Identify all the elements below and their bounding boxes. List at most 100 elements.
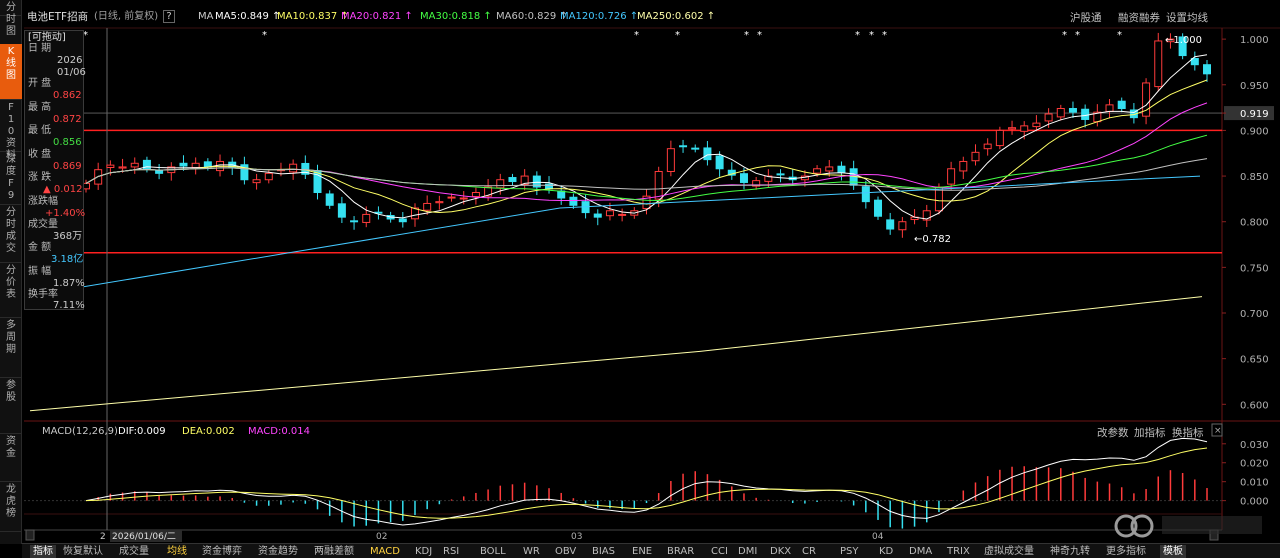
candle-body	[1008, 127, 1017, 130]
indicator-tab-2[interactable]: 成交量	[119, 545, 149, 558]
candle-body	[325, 193, 334, 206]
candle-body	[1032, 122, 1041, 128]
watermark-icon	[1114, 514, 1262, 538]
candle-body	[155, 170, 164, 174]
candle-body	[203, 161, 212, 168]
price-axis-label: 0.950	[1240, 81, 1269, 92]
candle-body	[825, 166, 834, 172]
macd-dif: DIF:0.009	[118, 426, 166, 437]
indicator-tab-9[interactable]: RSI	[443, 545, 459, 558]
event-star-icon: *	[262, 30, 267, 41]
candle-body	[289, 163, 298, 173]
candle-body	[423, 202, 432, 211]
event-star-icon: *	[634, 30, 639, 41]
indicator-tab-0[interactable]: 指标	[30, 545, 56, 558]
low-label: 最 低	[28, 125, 52, 136]
candle-body	[130, 162, 139, 168]
candle-body	[898, 221, 907, 231]
price-axis-label: 0.919	[1240, 109, 1269, 120]
high-value: 0.872	[53, 114, 82, 125]
indicator-tab-19[interactable]: CR	[802, 545, 816, 558]
candle-body	[861, 186, 870, 203]
amplitude-label: 振 幅	[28, 266, 52, 277]
indicator-tab-26[interactable]: 更多指标	[1106, 545, 1146, 558]
indicator-tab-23[interactable]: TRIX	[947, 545, 970, 558]
indicator-tab-25[interactable]: 神奇九转	[1050, 545, 1090, 558]
indicator-tab-5[interactable]: 资金趋势	[258, 545, 298, 558]
indicator-tab-4[interactable]: 资金博弈	[202, 545, 242, 558]
watermark-logo	[1112, 512, 1272, 540]
high-label: 最 高	[28, 102, 52, 113]
macd-value: MACD:0.014	[248, 426, 310, 437]
indicator-tab-21[interactable]: KD	[879, 545, 893, 558]
indicator-tab-13[interactable]: BIAS	[592, 545, 615, 558]
price-axis-label: 1.000	[1240, 35, 1269, 46]
macd-button-0[interactable]: 改参数	[1097, 425, 1129, 440]
cursor-date-label: 2026/01/06/二	[112, 532, 176, 542]
indicator-tab-24[interactable]: 虚拟成交量	[984, 545, 1034, 558]
candle-body	[350, 220, 359, 223]
candle-body	[666, 148, 675, 173]
candle-body	[471, 192, 480, 198]
indicator-tab-3[interactable]: 均线	[167, 545, 187, 558]
macd-axis-label: 0.000	[1240, 497, 1269, 508]
candle-body	[264, 172, 273, 181]
macd-axis-label: 0.010	[1240, 478, 1269, 489]
indicator-tab-10[interactable]: BOLL	[480, 545, 506, 558]
price-axis-label: 0.800	[1240, 218, 1269, 229]
candle-body	[496, 179, 505, 189]
event-star-icon: *	[855, 30, 860, 41]
candle-body	[739, 173, 748, 183]
indicator-tab-12[interactable]: OBV	[555, 545, 576, 558]
candle-body	[837, 165, 846, 173]
macd-axis-label: 0.030	[1240, 440, 1269, 451]
event-star-icon: *	[744, 30, 749, 41]
event-star-icon: *	[1062, 30, 1067, 41]
indicator-tab-20[interactable]: PSY	[840, 545, 859, 558]
ma120-line	[23, 175, 1201, 298]
candle-body	[337, 203, 346, 218]
candle-body	[983, 143, 992, 150]
candle-body	[1105, 104, 1114, 112]
indicator-tab-18[interactable]: DKX	[770, 545, 791, 558]
macd-button-1[interactable]: 加指标	[1134, 425, 1166, 440]
indicator-tab-6[interactable]: 两融差额	[314, 545, 354, 558]
indicator-tab-8[interactable]: KDJ	[415, 545, 432, 558]
indicator-tab-14[interactable]: ENE	[632, 545, 652, 558]
date-label: 日 期	[28, 43, 52, 54]
indicator-tab-27[interactable]: 模板	[1160, 545, 1186, 558]
event-star-icon: *	[1117, 30, 1122, 41]
quote-info-box[interactable]: [可拖动] 日 期 2026 01/06 开 盘 0.862 最 高 0.872…	[24, 30, 86, 311]
event-star-icon: *	[757, 30, 762, 41]
ma250-line	[29, 296, 1203, 412]
dif-line	[85, 437, 1208, 526]
indicator-tab-16[interactable]: CCI	[711, 545, 728, 558]
indicator-tab-15[interactable]: BRAR	[667, 545, 694, 558]
volume-value: 368万	[53, 231, 83, 242]
price-axis-label: 0.900	[1240, 126, 1269, 137]
candle-body	[435, 201, 444, 204]
candle-body	[874, 199, 883, 217]
amount-label: 金 额	[28, 242, 52, 253]
macd-title: MACD(12,26,9)	[42, 426, 118, 437]
volume-label: 成交量	[28, 219, 58, 230]
indicator-tab-11[interactable]: WR	[523, 545, 540, 558]
candle-body	[593, 213, 602, 218]
price-chart[interactable]: 1.000 0.950 0.919 0.900 0.850 0.800 0.750 0.700…	[0, 0, 1280, 543]
close-value: 0.869	[53, 161, 82, 172]
indicator-tab-1[interactable]: 恢复默认	[63, 545, 103, 558]
ma60-line	[85, 158, 1208, 191]
candle-body	[179, 162, 188, 167]
candle-body	[1154, 40, 1163, 88]
candle-body	[118, 166, 127, 169]
candle-body	[605, 210, 614, 217]
kline-app: 分时图 K线图 F10资料 深度F9 分时成交 分价表 多周期 参股 资金 龙虎榜 电池ETF招商…	[0, 0, 1280, 558]
candle-body	[995, 129, 1004, 147]
indicator-tab-7[interactable]: MACD	[370, 545, 400, 558]
indicator-tab-17[interactable]: DMI	[738, 545, 757, 558]
dea-line	[85, 447, 1208, 519]
macd-button-2[interactable]: 换指标	[1172, 425, 1204, 440]
indicator-tab-22[interactable]: DMA	[909, 545, 932, 558]
month-label: 04	[872, 532, 884, 542]
macd-dea: DEA:0.002	[182, 426, 235, 437]
